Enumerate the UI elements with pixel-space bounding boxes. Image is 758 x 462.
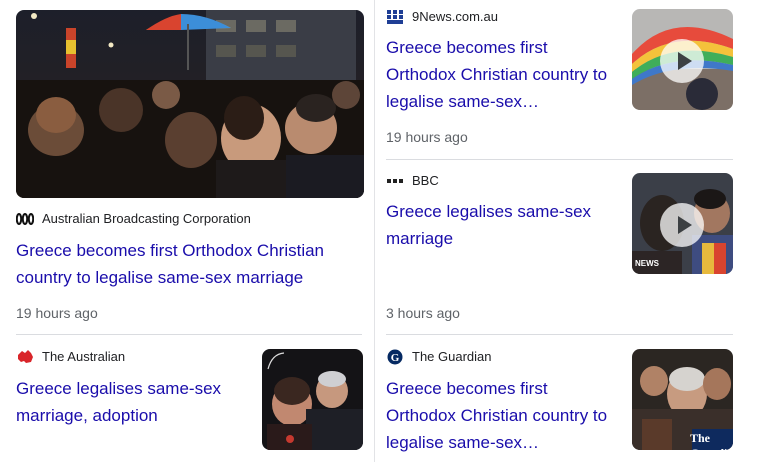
two-women-photo [262, 349, 363, 450]
source-name: 9News.com.au [412, 9, 498, 24]
article-headline[interactable]: Greece becomes first Orthodox Christian … [386, 34, 616, 115]
article-image-the-australian[interactable] [262, 349, 363, 450]
article-image-guardian[interactable]: The Guardi [632, 349, 733, 450]
play-icon[interactable] [660, 203, 704, 247]
abc-logo-icon [16, 211, 34, 227]
guardian-overlay-label: The Guardi [690, 431, 727, 450]
bbc-logo-icon [386, 173, 404, 189]
source-name: Australian Broadcasting Corporation [42, 211, 251, 226]
9news-logo-icon [386, 9, 404, 25]
article-headline[interactable]: Greece becomes first Orthodox Christian … [16, 237, 356, 291]
source-name: The Guardian [412, 349, 492, 364]
article-source-9news: 9News.com.au [386, 9, 498, 25]
article-video-9news[interactable] [632, 9, 733, 110]
article-time: 19 hours ago [386, 129, 468, 145]
article-time: 3 hours ago [386, 305, 460, 321]
article-video-bbc[interactable]: NEWS [632, 173, 733, 274]
separator [386, 334, 733, 335]
article-image-abc[interactable] [16, 10, 364, 198]
separator [386, 159, 733, 160]
separator [16, 334, 362, 335]
article-source-bbc: BBC [386, 173, 439, 189]
article-source-abc: Australian Broadcasting Corporation [16, 211, 251, 227]
bbc-news-overlay-label: NEWS [635, 259, 659, 268]
source-name: BBC [412, 173, 439, 188]
svg-text:G: G [391, 352, 400, 364]
source-name: The Australian [42, 349, 126, 364]
article-time: 19 hours ago [16, 305, 98, 321]
article-headline[interactable]: Greece legalises same-sex marriage, adop… [16, 375, 246, 429]
crowd-photo [16, 10, 364, 198]
article-source-the-australian: The Australian [16, 349, 125, 365]
article-headline[interactable]: Greece legalises same-sex marriage [386, 198, 616, 252]
guardian-logo-icon: G [386, 349, 404, 365]
article-headline[interactable]: Greece becomes first Orthodox Christian … [386, 375, 616, 456]
article-source-guardian: G The Guardian [386, 349, 492, 365]
australia-map-icon [16, 349, 34, 365]
play-icon[interactable] [660, 39, 704, 83]
column-divider [374, 0, 375, 462]
